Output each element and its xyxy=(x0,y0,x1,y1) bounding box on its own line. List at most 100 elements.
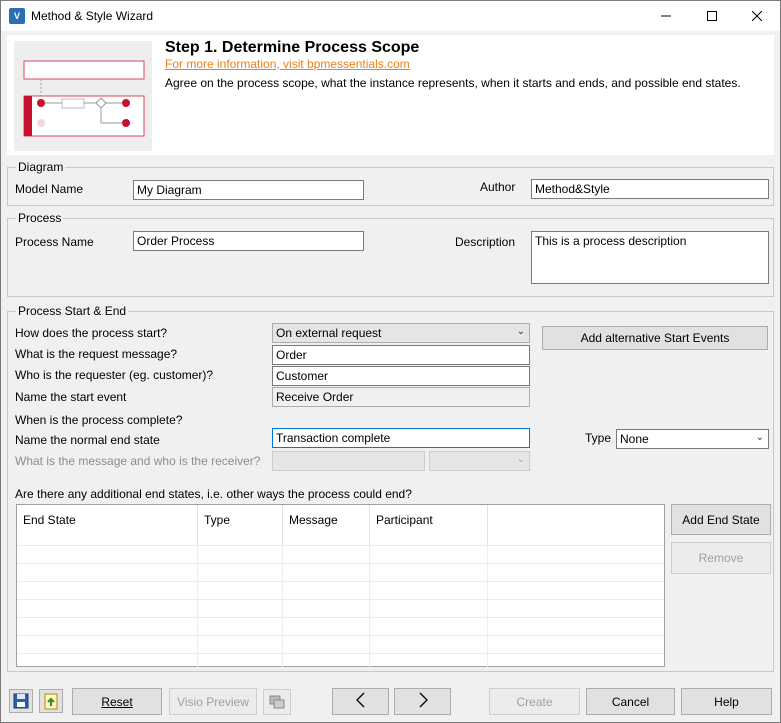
column-header-participant[interactable]: Participant xyxy=(370,505,488,545)
normal-end-input[interactable] xyxy=(272,428,530,448)
help-label: Help xyxy=(714,694,739,709)
column-header-message[interactable]: Message xyxy=(283,505,370,545)
chevron-down-icon: ⌄ xyxy=(516,454,525,465)
table-cell[interactable] xyxy=(370,600,488,618)
create-button[interactable]: Create xyxy=(489,688,580,715)
complete-label: When is the process complete? xyxy=(15,413,183,427)
table-cell[interactable] xyxy=(198,582,283,600)
request-message-input[interactable] xyxy=(272,345,530,365)
copy-icon xyxy=(269,695,285,709)
chevron-down-icon: ⌄ xyxy=(516,326,525,337)
end-type-select[interactable]: None ⌄ xyxy=(616,429,769,449)
cancel-button[interactable]: Cancel xyxy=(586,688,675,715)
help-button[interactable]: Help xyxy=(681,688,772,715)
save-icon xyxy=(13,693,29,709)
requester-input[interactable] xyxy=(272,366,530,386)
process-group-label: Process xyxy=(16,211,64,225)
wizard-window: V Method & Style Wizard Step 1. Determin… xyxy=(0,0,781,723)
table-cell[interactable] xyxy=(17,654,198,667)
close-icon[interactable] xyxy=(734,1,780,31)
table-cell[interactable] xyxy=(198,654,283,667)
step-description: Agree on the process scope, what the ins… xyxy=(165,76,741,90)
visio-preview-button[interactable]: Visio Preview xyxy=(169,688,257,715)
end-type-value: None xyxy=(620,432,649,446)
minimize-icon[interactable] xyxy=(643,1,689,31)
table-cell[interactable] xyxy=(370,654,488,667)
table-cell[interactable] xyxy=(283,618,370,636)
reset-label: Reset xyxy=(101,694,133,709)
table-row[interactable] xyxy=(17,617,664,636)
app-icon: V xyxy=(9,8,25,24)
message-receiver-label: What is the message and who is the recei… xyxy=(15,454,261,468)
table-row[interactable] xyxy=(17,653,664,667)
table-cell[interactable] xyxy=(370,564,488,582)
how-start-select[interactable]: On external request ⌄ xyxy=(272,323,530,343)
how-start-label: How does the process start? xyxy=(15,326,168,340)
table-row[interactable] xyxy=(17,599,664,618)
table-cell[interactable] xyxy=(283,654,370,667)
process-name-input[interactable] xyxy=(133,231,364,251)
remove-button[interactable]: Remove xyxy=(671,542,771,574)
next-button[interactable] xyxy=(394,688,451,715)
normal-end-label: Name the normal end state xyxy=(15,433,160,447)
step-title: Step 1. Determine Process Scope xyxy=(165,39,420,56)
diagram-group-label: Diagram xyxy=(16,160,66,174)
table-cell[interactable] xyxy=(17,564,198,582)
reset-button[interactable]: Reset xyxy=(72,688,162,715)
add-end-state-button[interactable]: Add End State xyxy=(671,504,771,535)
table-row[interactable] xyxy=(17,545,664,564)
chevron-right-icon xyxy=(419,692,428,708)
end-states-grid[interactable]: End State Type Message Participant xyxy=(16,504,665,667)
table-cell[interactable] xyxy=(370,618,488,636)
table-cell[interactable] xyxy=(283,546,370,564)
back-button[interactable] xyxy=(332,688,389,715)
table-cell[interactable] xyxy=(17,618,198,636)
maximize-icon[interactable] xyxy=(689,1,735,31)
process-name-label: Process Name xyxy=(15,235,94,249)
table-row[interactable] xyxy=(17,635,664,654)
title-bar: V Method & Style Wizard xyxy=(1,1,780,31)
add-alternative-start-events-button[interactable]: Add alternative Start Events xyxy=(542,326,768,350)
table-cell[interactable] xyxy=(370,546,488,564)
chevron-down-icon: ⌄ xyxy=(755,432,764,443)
table-row[interactable] xyxy=(17,563,664,582)
table-cell[interactable] xyxy=(17,600,198,618)
step-header: Step 1. Determine Process Scope For more… xyxy=(7,35,774,155)
window-title: Method & Style Wizard xyxy=(31,9,154,23)
additional-end-label: Are there any additional end states, i.e… xyxy=(15,487,412,501)
type-label: Type xyxy=(585,431,612,445)
column-header-type[interactable]: Type xyxy=(198,505,283,545)
table-cell[interactable] xyxy=(370,636,488,654)
table-cell[interactable] xyxy=(17,582,198,600)
start-event-label: Name the start event xyxy=(15,390,127,404)
table-cell[interactable] xyxy=(283,636,370,654)
table-cell[interactable] xyxy=(198,564,283,582)
start-event-input[interactable] xyxy=(272,387,530,407)
description-textarea[interactable]: This is a process description xyxy=(531,231,769,284)
end-message-input[interactable] xyxy=(272,451,425,471)
table-cell[interactable] xyxy=(17,636,198,654)
column-header-end-state[interactable]: End State xyxy=(17,505,198,545)
table-cell[interactable] xyxy=(370,582,488,600)
author-input[interactable] xyxy=(531,179,769,199)
table-cell[interactable] xyxy=(283,600,370,618)
model-name-input[interactable] xyxy=(133,180,364,200)
table-cell[interactable] xyxy=(198,618,283,636)
save-button[interactable] xyxy=(9,689,33,713)
table-cell[interactable] xyxy=(283,582,370,600)
process-diagram-thumbnail xyxy=(14,41,152,151)
table-cell[interactable] xyxy=(198,600,283,618)
chevron-left-icon xyxy=(355,692,364,708)
open-button[interactable] xyxy=(39,689,63,713)
column-header-blank xyxy=(488,505,664,545)
table-cell[interactable] xyxy=(198,546,283,564)
table-cell[interactable] xyxy=(17,546,198,564)
request-message-label: What is the request message? xyxy=(15,347,178,361)
info-link[interactable]: For more information, visit bpmessential… xyxy=(165,57,410,71)
end-receiver-select[interactable]: ⌄ xyxy=(429,451,530,471)
table-cell[interactable] xyxy=(198,636,283,654)
copy-button[interactable] xyxy=(263,689,291,715)
table-cell[interactable] xyxy=(283,564,370,582)
model-name-label: Model Name xyxy=(15,182,84,196)
table-row[interactable] xyxy=(17,581,664,600)
